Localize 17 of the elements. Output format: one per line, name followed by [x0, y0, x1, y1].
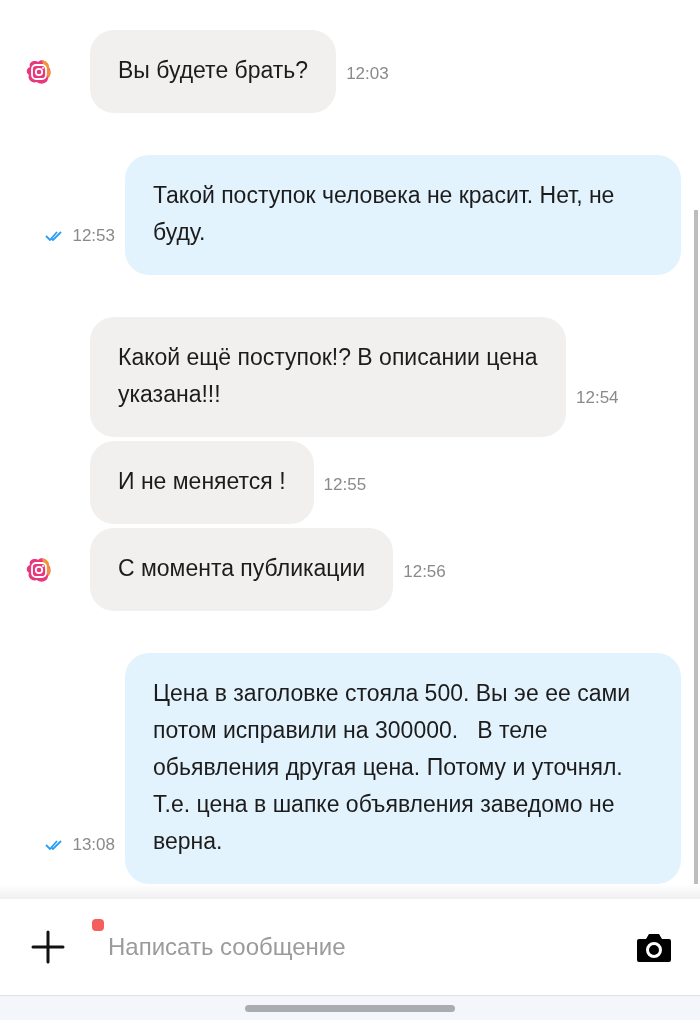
- message-time: 13:08: [72, 835, 115, 855]
- message-time: 12:53: [72, 226, 115, 246]
- outgoing-message: Такой поступок человека не красит. Нет, не буду.: [125, 155, 681, 275]
- scrollbar[interactable]: [694, 210, 698, 884]
- message-time: 12:03: [346, 64, 389, 84]
- plus-icon: [30, 929, 66, 966]
- message-time: 12:56: [403, 562, 446, 582]
- message-input[interactable]: Написать сообщение: [106, 932, 596, 963]
- outgoing-message: Цена в заголовке стояла 500. Вы эе ее сами потом исправили на 300000. В теле обьявления другая цена. Потому и уточнял. Т.е. цена в шапке объявления заведомо не верна.: [125, 653, 681, 884]
- incoming-message: Вы будете брать?: [90, 30, 337, 113]
- incoming-message: С момента публикации: [90, 528, 394, 611]
- attach-button[interactable]: [30, 929, 66, 966]
- message-time: 12:54: [576, 388, 619, 408]
- incoming-message: Какой ещё поступок!? В описании цена указана!!!: [90, 317, 566, 437]
- camera-icon[interactable]: [636, 931, 672, 964]
- incoming-message: И не меняется !: [90, 441, 314, 524]
- message-time: 12:55: [323, 475, 367, 495]
